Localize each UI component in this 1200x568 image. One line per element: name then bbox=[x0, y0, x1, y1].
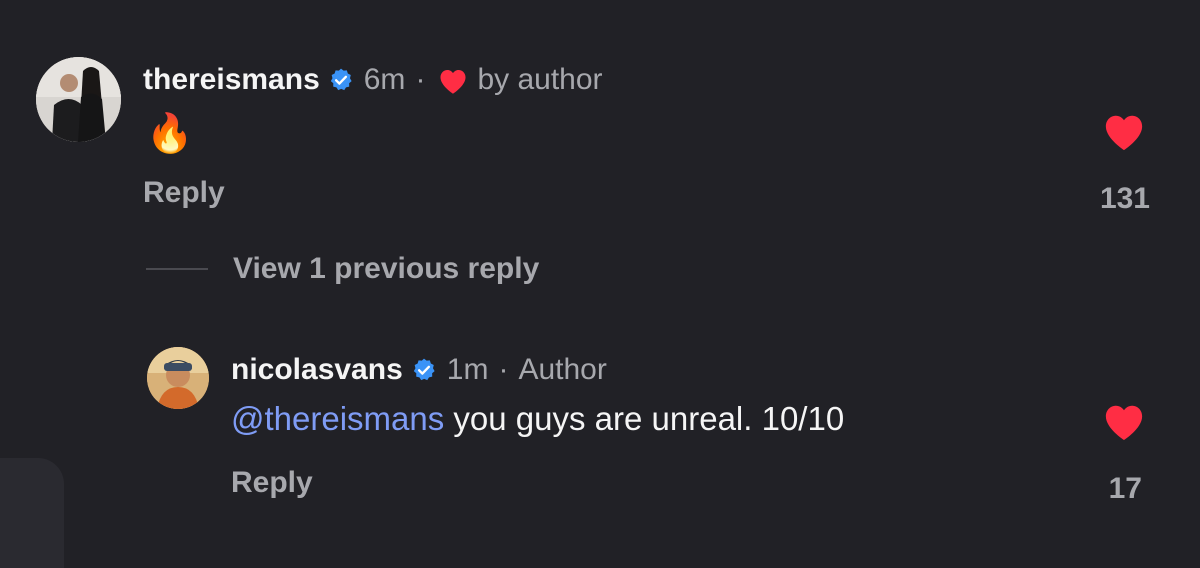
heart-filled-icon bbox=[1105, 115, 1143, 151]
verified-badge-icon bbox=[328, 67, 354, 93]
bottom-left-panel-edge bbox=[0, 458, 64, 568]
comment-body: 🔥 bbox=[146, 111, 194, 155]
comment-like-button[interactable] bbox=[1101, 110, 1147, 152]
mention-link[interactable]: @thereismans bbox=[231, 400, 444, 437]
heart-icon bbox=[437, 66, 469, 95]
reply-like-button[interactable] bbox=[1101, 400, 1147, 442]
reply-header: nicolasvans 1m · Author bbox=[231, 350, 607, 390]
heart-filled-icon bbox=[1105, 405, 1143, 441]
view-replies-line bbox=[146, 268, 208, 270]
reply-avatar[interactable] bbox=[147, 347, 209, 409]
reply-body: @thereismans you guys are unreal. 10/10 bbox=[231, 400, 844, 438]
reply-text: you guys are unreal. 10/10 bbox=[444, 400, 845, 437]
comment-username[interactable]: thereismans bbox=[143, 63, 320, 97]
separator-dot: · bbox=[498, 353, 509, 386]
comment-reply-button[interactable]: Reply bbox=[143, 176, 225, 210]
comment-like-count: 131 bbox=[1099, 182, 1150, 215]
reply-like-count: 17 bbox=[1108, 472, 1142, 505]
separator-dot: · bbox=[415, 63, 426, 96]
reply-username[interactable]: nicolasvans bbox=[231, 353, 403, 387]
avatar-photo bbox=[147, 347, 209, 409]
reply-timestamp: 1m bbox=[446, 353, 489, 386]
avatar-photo bbox=[36, 57, 121, 142]
reply-reply-button[interactable]: Reply bbox=[231, 466, 313, 500]
author-tag: Author bbox=[518, 353, 607, 386]
liked-by-author-label: by author bbox=[477, 63, 603, 96]
comment-avatar[interactable] bbox=[36, 57, 121, 142]
comment-header: thereismans 6m · by author bbox=[143, 60, 603, 100]
view-previous-reply-button[interactable]: View 1 previous reply bbox=[233, 252, 539, 286]
comment-timestamp: 6m bbox=[363, 63, 406, 96]
verified-badge-icon bbox=[411, 357, 437, 383]
